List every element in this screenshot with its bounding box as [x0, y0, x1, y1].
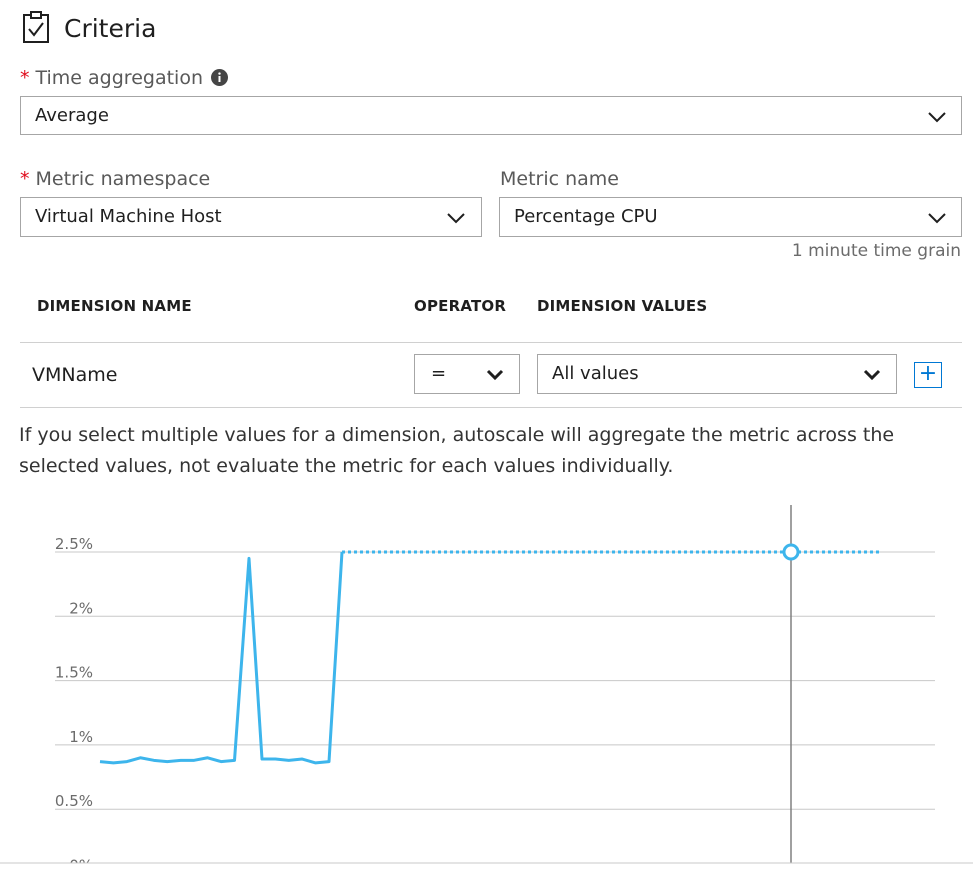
chevron-down-icon [862, 367, 882, 381]
chevron-down-icon [485, 367, 505, 381]
info-icon[interactable] [210, 68, 228, 86]
dimension-values-value: All values [552, 363, 639, 384]
column-header-operator: OPERATOR [414, 297, 507, 315]
metric-name-select[interactable]: Percentage CPU [499, 197, 962, 237]
clipboard-check-icon [22, 10, 50, 44]
required-marker: * [20, 67, 30, 89]
chevron-down-icon [927, 109, 947, 123]
dimension-values-select[interactable]: All values [537, 354, 897, 394]
time-aggregation-select[interactable]: Average [20, 96, 962, 135]
dimension-name-cell: VMName [32, 364, 118, 386]
operator-value: = [431, 363, 447, 384]
metric-namespace-label-row: * Metric namespace [20, 167, 210, 191]
time-grain-note: 1 minute time grain [791, 241, 961, 261]
metric-namespace-label: Metric namespace [35, 168, 211, 190]
operator-select[interactable]: = [414, 354, 520, 394]
metric-chart: 2.5% 2% 1.5% 1% 0.5% 0% [0, 500, 973, 869]
time-aggregation-label-row: * Time aggregation [20, 66, 228, 90]
time-aggregation-value: Average [35, 105, 109, 126]
chevron-down-icon [927, 210, 947, 224]
column-header-dimension-values: DIMENSION VALUES [537, 297, 708, 315]
plus-icon: + [918, 361, 938, 386]
column-header-dimension-name: DIMENSION NAME [37, 297, 192, 315]
info-message: If you select multiple values for a dime… [19, 424, 895, 477]
time-aggregation-label: Time aggregation [35, 67, 203, 89]
add-dimension-button[interactable]: + [914, 362, 942, 388]
metric-name-value: Percentage CPU [514, 206, 658, 227]
metric-namespace-value: Virtual Machine Host [35, 206, 222, 227]
y-tick-label: 1% [69, 728, 93, 746]
required-marker: * [20, 168, 30, 190]
y-tick-label: 2.5% [55, 535, 93, 553]
y-tick-label: 1.5% [55, 664, 93, 682]
section-title: Criteria [64, 14, 157, 43]
y-tick-label: 0.5% [55, 792, 93, 810]
chart-canvas: 2.5%2%1.5%1%0.5%0% [0, 505, 973, 864]
chevron-down-icon [446, 210, 466, 224]
metric-name-label: Metric name [500, 168, 619, 190]
series-line [99, 551, 344, 765]
y-tick-label: 2% [69, 599, 93, 617]
metric-namespace-select[interactable]: Virtual Machine Host [20, 197, 482, 237]
table-divider [20, 407, 962, 408]
table-divider [20, 342, 962, 343]
data-point-marker [782, 543, 800, 561]
